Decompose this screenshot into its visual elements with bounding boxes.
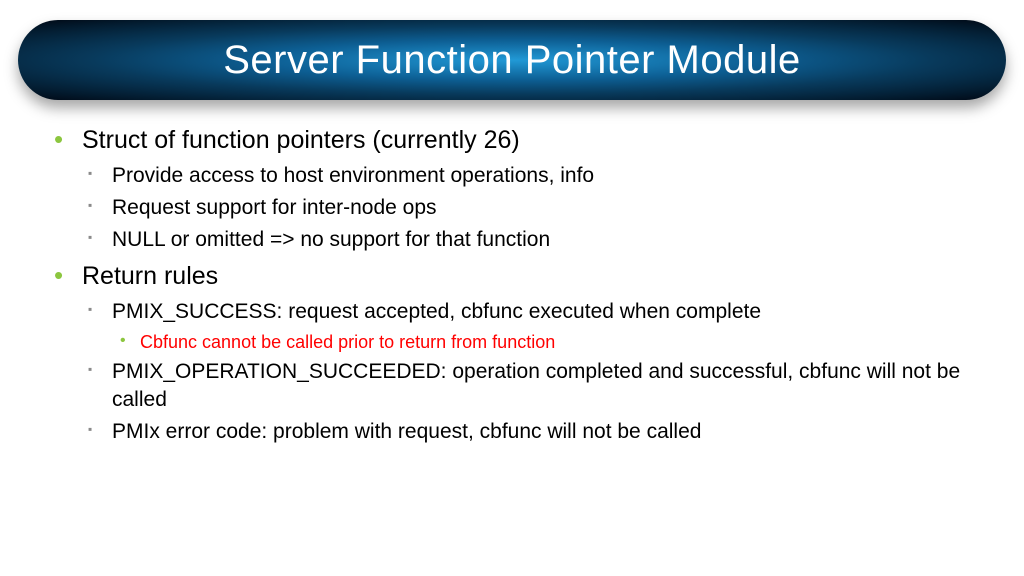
sub-bullet-text: Request support for inter-node ops — [112, 196, 437, 219]
sub-bullet-item: PMIx error code: problem with request, c… — [82, 418, 978, 446]
subsub-bullet-text: Cbfunc cannot be called prior to return … — [140, 332, 555, 352]
bullet-text: Struct of function pointers (currently 2… — [82, 126, 520, 154]
sub-bullet-text: Provide access to host environment opera… — [112, 164, 594, 187]
sub-bullet-text: PMIX_OPERATION_SUCCEEDED: operation comp… — [112, 360, 960, 411]
bullet-text: Return rules — [82, 262, 218, 290]
title-bar: Server Function Pointer Module — [18, 20, 1006, 100]
sub-bullet-item: PMIX_OPERATION_SUCCEEDED: operation comp… — [82, 358, 978, 414]
sub-bullet-list: Provide access to host environment opera… — [82, 162, 978, 254]
sub-bullet-text: PMIX_SUCCESS: request accepted, cbfunc e… — [112, 300, 761, 323]
sub-bullet-item: PMIX_SUCCESS: request accepted, cbfunc e… — [82, 298, 978, 354]
slide-content: Struct of function pointers (currently 2… — [0, 118, 1024, 446]
subsub-bullet-list: Cbfunc cannot be called prior to return … — [112, 330, 978, 354]
bullet-item: Struct of function pointers (currently 2… — [46, 124, 978, 254]
slide: Server Function Pointer Module Struct of… — [0, 20, 1024, 576]
slide-title: Server Function Pointer Module — [223, 38, 801, 83]
subsub-bullet-item: Cbfunc cannot be called prior to return … — [112, 330, 978, 354]
bullet-item: Return rules PMIX_SUCCESS: request accep… — [46, 260, 978, 446]
bullet-list: Struct of function pointers (currently 2… — [46, 124, 978, 446]
sub-bullet-item: Request support for inter-node ops — [82, 194, 978, 222]
sub-bullet-item: Provide access to host environment opera… — [82, 162, 978, 190]
sub-bullet-list: PMIX_SUCCESS: request accepted, cbfunc e… — [82, 298, 978, 446]
sub-bullet-text: PMIx error code: problem with request, c… — [112, 420, 701, 443]
sub-bullet-text: NULL or omitted => no support for that f… — [112, 228, 550, 251]
sub-bullet-item: NULL or omitted => no support for that f… — [82, 226, 978, 254]
